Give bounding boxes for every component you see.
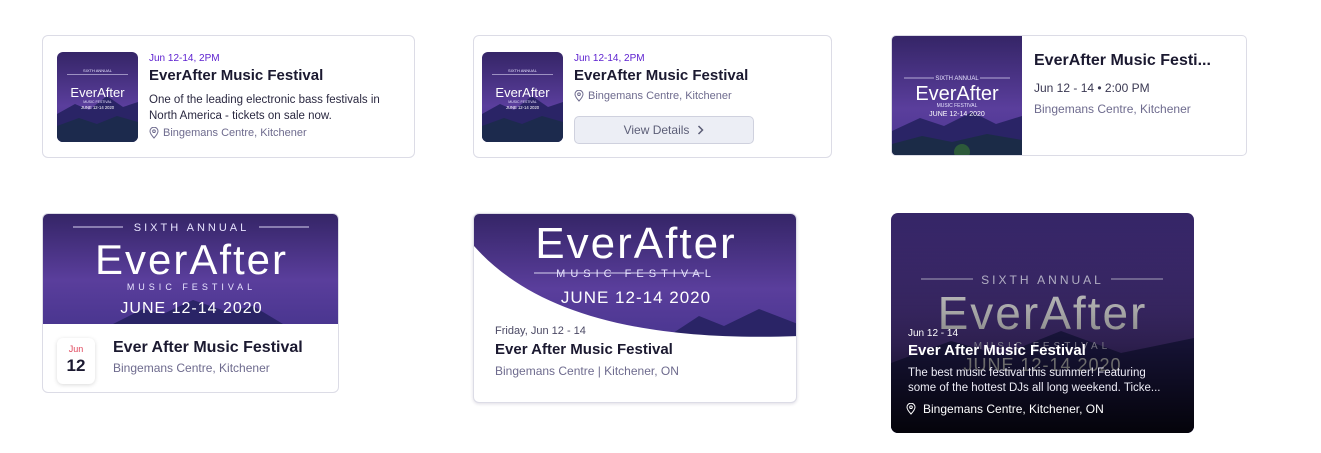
svg-text:EverAfter: EverAfter	[535, 219, 736, 268]
event-datetime: Jun 12 - 14 • 2:00 PM	[1034, 81, 1150, 95]
location-text: Bingemans Centre, Kitchener	[588, 90, 732, 102]
event-date: Jun 12-14, 2PM	[574, 53, 645, 64]
festival-art: SIXTH ANNUAL EverAfter MUSIC FESTIVAL JU…	[892, 36, 1022, 155]
svg-text:MUSIC FESTIVAL: MUSIC FESTIVAL	[127, 282, 256, 292]
description-line: One of the leading electronic bass festi…	[149, 94, 380, 106]
event-thumbnail: SIXTH ANNUAL EverAfter MUSIC FESTIVAL JU…	[482, 52, 563, 142]
calendar-month: Jun	[68, 344, 84, 354]
location-text: Bingemans Centre, Kitchener, ON	[923, 402, 1104, 416]
festival-art: SIXTH ANNUAL EverAfter MUSIC FESTIVAL JU…	[482, 52, 563, 142]
button-label: View Details	[623, 123, 690, 137]
festival-art: SIXTH ANNUAL EverAfter MUSIC FESTIVAL JU…	[57, 52, 138, 142]
event-date: Friday, Jun 12 - 14	[495, 325, 586, 337]
event-banner: EverAfter MUSIC FESTIVAL JUNE 12-14 2020	[474, 214, 796, 339]
svg-text:JUNE 12-14 2020: JUNE 12-14 2020	[120, 300, 262, 317]
svg-text:SIXTH ANNUAL: SIXTH ANNUAL	[508, 68, 538, 73]
event-location: Bingemans Centre | Kitchener, ON	[495, 364, 679, 378]
location-pin-icon	[574, 90, 584, 102]
event-card-wave[interactable]: EverAfter MUSIC FESTIVAL JUNE 12-14 2020…	[473, 213, 797, 403]
event-card-calendar[interactable]: SIXTH ANNUAL EverAfter MUSIC FESTIVAL JU…	[42, 213, 339, 393]
event-card-horizontal[interactable]: SIXTH ANNUAL EverAfter MUSIC FESTIVAL JU…	[891, 35, 1247, 156]
event-description: The best music festival this summer! Fea…	[908, 366, 1161, 396]
location-pin-icon	[149, 127, 159, 139]
event-location: Bingemans Centre, Kitchener	[1034, 102, 1191, 116]
event-date: Jun 12 - 14	[908, 328, 959, 339]
event-card-list-description[interactable]: SIXTH ANNUAL EverAfter MUSIC FESTIVAL JU…	[42, 35, 415, 158]
svg-text:SIXTH ANNUAL: SIXTH ANNUAL	[83, 68, 113, 73]
chevron-right-icon	[698, 125, 704, 135]
svg-text:MUSIC FESTIVAL: MUSIC FESTIVAL	[937, 103, 978, 109]
event-title[interactable]: EverAfter Music Festival	[149, 67, 323, 84]
event-title[interactable]: EverAfter Music Festi...	[1034, 52, 1211, 70]
location-pin-icon	[906, 403, 916, 415]
festival-art: SIXTH ANNUAL EverAfter MUSIC FESTIVAL JU…	[891, 213, 1194, 433]
event-location: Bingemans Centre, Kitchener, ON	[906, 402, 1104, 416]
event-title[interactable]: Ever After Music Festival	[908, 342, 1086, 359]
location-text: Bingemans Centre, Kitchener	[163, 127, 307, 139]
event-card-overlay[interactable]: SIXTH ANNUAL EverAfter MUSIC FESTIVAL JU…	[891, 213, 1194, 433]
description-line: some of the hottest DJs all long weekend…	[908, 382, 1161, 394]
svg-text:JUNE 12-14 2020: JUNE 12-14 2020	[929, 111, 985, 118]
svg-text:SIXTH ANNUAL: SIXTH ANNUAL	[134, 222, 249, 234]
event-description: One of the leading electronic bass festi…	[149, 92, 380, 124]
svg-text:EverAfter: EverAfter	[915, 83, 999, 105]
calendar-date-badge: Jun 12	[57, 338, 95, 384]
event-location: Bingemans Centre, Kitchener	[113, 361, 270, 375]
svg-text:MUSIC FESTIVAL: MUSIC FESTIVAL	[556, 268, 716, 280]
event-title[interactable]: Ever After Music Festival	[113, 339, 303, 357]
description-line: North America - tickets on sale now.	[149, 110, 332, 122]
svg-text:EverAfter: EverAfter	[495, 85, 550, 100]
svg-text:SIXTH ANNUAL: SIXTH ANNUAL	[935, 76, 979, 82]
event-card-list-button[interactable]: SIXTH ANNUAL EverAfter MUSIC FESTIVAL JU…	[473, 35, 832, 158]
event-banner: SIXTH ANNUAL EverAfter MUSIC FESTIVAL JU…	[43, 214, 338, 324]
svg-text:JUNE 12-14 2020: JUNE 12-14 2020	[561, 288, 711, 307]
festival-art: SIXTH ANNUAL EverAfter MUSIC FESTIVAL JU…	[43, 214, 338, 324]
event-title[interactable]: EverAfter Music Festival	[574, 67, 748, 84]
event-date: Jun 12-14, 2PM	[149, 53, 220, 64]
event-title[interactable]: Ever After Music Festival	[495, 341, 673, 358]
event-image: SIXTH ANNUAL EverAfter MUSIC FESTIVAL JU…	[892, 36, 1022, 155]
event-thumbnail: SIXTH ANNUAL EverAfter MUSIC FESTIVAL JU…	[57, 52, 138, 142]
event-location: Bingemans Centre, Kitchener	[574, 90, 732, 102]
svg-text:EverAfter: EverAfter	[95, 236, 288, 283]
svg-text:MUSIC FESTIVAL: MUSIC FESTIVAL	[83, 100, 112, 104]
svg-text:EverAfter: EverAfter	[70, 85, 125, 100]
description-line: The best music festival this summer! Fea…	[908, 367, 1146, 379]
view-details-button[interactable]: View Details	[574, 116, 754, 144]
svg-text:MUSIC FESTIVAL: MUSIC FESTIVAL	[508, 100, 537, 104]
svg-text:JUNE 12-14 2020: JUNE 12-14 2020	[506, 105, 540, 110]
event-location: Bingemans Centre, Kitchener	[149, 127, 307, 139]
festival-art: EverAfter MUSIC FESTIVAL JUNE 12-14 2020	[474, 214, 796, 339]
calendar-day: 12	[66, 356, 86, 375]
svg-text:JUNE 12-14 2020: JUNE 12-14 2020	[81, 105, 115, 110]
